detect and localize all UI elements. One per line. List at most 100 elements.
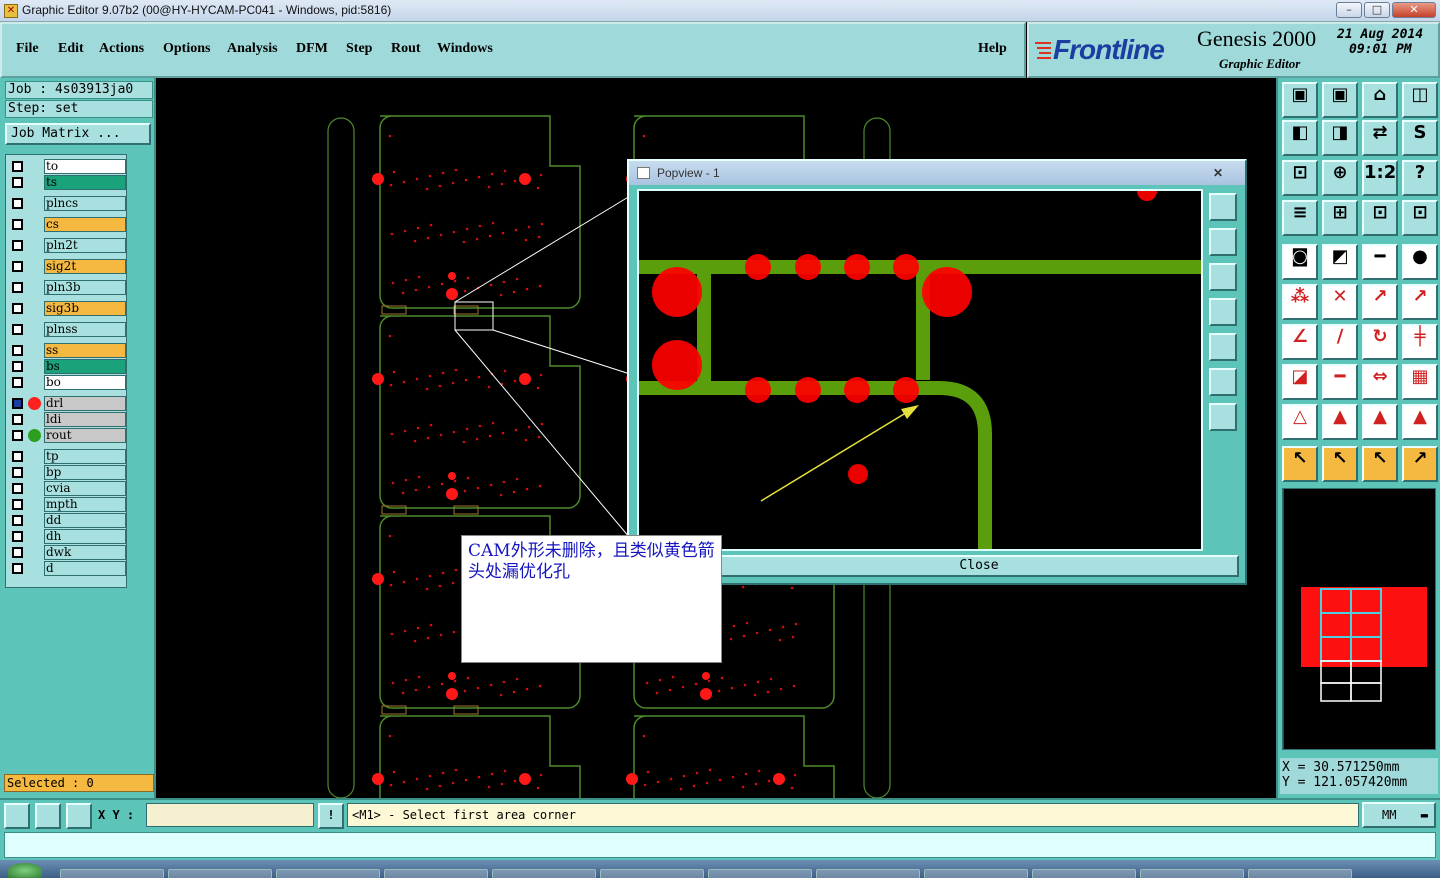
- menu-step[interactable]: Step: [346, 41, 372, 57]
- menu-file[interactable]: File: [16, 41, 39, 57]
- popview-close-icon[interactable]: ✕: [1213, 161, 1223, 185]
- layer-row-pln3b[interactable]: pln3b: [8, 280, 128, 295]
- triangle4-icon[interactable]: ▲: [1402, 404, 1438, 440]
- pointer-icon[interactable]: ↖: [1282, 446, 1318, 482]
- layer-row-dd[interactable]: dd: [8, 513, 128, 528]
- layer-row-ldi[interactable]: ldi: [8, 412, 128, 427]
- alert-icon[interactable]: !: [318, 803, 344, 829]
- layer-checkbox[interactable]: [12, 198, 23, 209]
- taskbar-item[interactable]: [492, 869, 596, 878]
- units-select[interactable]: MM ▬: [1362, 802, 1436, 828]
- layer-row-pln2t[interactable]: pln2t: [8, 238, 128, 253]
- layer-checkbox[interactable]: [12, 282, 23, 293]
- layer-checkbox[interactable]: [12, 324, 23, 335]
- scale-icon[interactable]: 1:2: [1362, 160, 1398, 196]
- layer-checkbox[interactable]: [12, 345, 23, 356]
- save-job-icon[interactable]: ▣: [1322, 82, 1358, 118]
- pointer-route-icon[interactable]: ↗: [1402, 446, 1438, 482]
- popview-tool-1[interactable]: [1209, 193, 1237, 221]
- taskbar-item[interactable]: [1032, 869, 1136, 878]
- minimize-button[interactable]: –: [1336, 2, 1362, 18]
- layer-red2-icon[interactable]: ⊡: [1402, 200, 1438, 236]
- next-icon[interactable]: ◨: [1322, 120, 1358, 156]
- layer-row-tp[interactable]: tp: [8, 449, 128, 464]
- swap-icon[interactable]: ⇄: [1362, 120, 1398, 156]
- close-button[interactable]: ✕: [1392, 2, 1436, 18]
- layer-checkbox[interactable]: [12, 240, 23, 251]
- taskbar-item[interactable]: [60, 869, 164, 878]
- layer-checkbox[interactable]: [12, 303, 23, 314]
- shape-icon[interactable]: ▦: [1402, 364, 1438, 400]
- triangle-icon[interactable]: △: [1282, 404, 1318, 440]
- popview-tool-7[interactable]: [1209, 403, 1237, 431]
- layer-checkbox[interactable]: [12, 430, 23, 441]
- taskbar-item[interactable]: [384, 869, 488, 878]
- popview-close-button[interactable]: Close: [719, 555, 1239, 577]
- maximize-button[interactable]: □: [1364, 2, 1390, 18]
- prev-icon[interactable]: ◧: [1282, 120, 1318, 156]
- layer-checkbox[interactable]: [12, 219, 23, 230]
- layer-checkbox[interactable]: [12, 414, 23, 425]
- menu-help[interactable]: Help: [978, 41, 1007, 57]
- layer-checkbox[interactable]: [12, 177, 23, 188]
- arrow-red-icon[interactable]: ↗: [1402, 284, 1438, 320]
- menu-edit[interactable]: Edit: [58, 41, 84, 57]
- layer-checkbox[interactable]: [12, 563, 23, 574]
- taskbar-item[interactable]: [1248, 869, 1352, 878]
- taskbar-item[interactable]: [816, 869, 920, 878]
- popview-tool-2[interactable]: [1209, 228, 1237, 256]
- filter-icon[interactable]: ≡: [1282, 200, 1318, 236]
- zoom-home-icon[interactable]: ⊕: [1322, 160, 1358, 196]
- layer-row-bp[interactable]: bp: [8, 465, 128, 480]
- diag-icon[interactable]: ∕: [1322, 324, 1358, 360]
- xy-input[interactable]: [146, 803, 314, 827]
- zoom-fit-icon[interactable]: ⊡: [1282, 160, 1318, 196]
- job-matrix-button[interactable]: Job Matrix ...: [5, 123, 151, 145]
- line-arrow-icon[interactable]: ↗: [1362, 284, 1398, 320]
- snake-icon[interactable]: S: [1402, 120, 1438, 156]
- layer-row-rout[interactable]: rout: [8, 428, 128, 443]
- layer-row-cs[interactable]: cs: [8, 217, 128, 232]
- layer-checkbox[interactable]: [12, 361, 23, 372]
- layer-row-plncs[interactable]: plncs: [8, 196, 128, 211]
- triangle2-icon[interactable]: ▲: [1322, 404, 1358, 440]
- popview-canvas[interactable]: [637, 189, 1203, 551]
- layer-checkbox[interactable]: [12, 451, 23, 462]
- mirror-icon[interactable]: ╪: [1402, 324, 1438, 360]
- taskbar-item[interactable]: [168, 869, 272, 878]
- menu-rout[interactable]: Rout: [391, 41, 421, 57]
- layer-checkbox[interactable]: [12, 531, 23, 542]
- layer-checkbox[interactable]: [12, 483, 23, 494]
- layer-checkbox[interactable]: [12, 547, 23, 558]
- layer-checkbox[interactable]: [12, 161, 23, 172]
- ruler-icon[interactable]: ━: [1362, 244, 1398, 280]
- popview-tool-4[interactable]: [1209, 298, 1237, 326]
- taskbar-item[interactable]: [1140, 869, 1244, 878]
- layer-row-dh[interactable]: dh: [8, 529, 128, 544]
- menu-dfm[interactable]: DFM: [296, 41, 328, 57]
- layer-row-ss[interactable]: ss: [8, 343, 128, 358]
- pointer-circle-icon[interactable]: ↖: [1362, 446, 1398, 482]
- taskbar-item[interactable]: [708, 869, 812, 878]
- layer-checkbox[interactable]: [12, 515, 23, 526]
- popview-tool-6[interactable]: [1209, 368, 1237, 396]
- layer-row-mpth[interactable]: mpth: [8, 497, 128, 512]
- popview-tool-3[interactable]: [1209, 263, 1237, 291]
- minus-icon[interactable]: ━: [1322, 364, 1358, 400]
- layer-row-d[interactable]: d: [8, 561, 128, 576]
- start-button-icon[interactable]: [8, 863, 42, 878]
- popview-tool-5[interactable]: [1209, 333, 1237, 361]
- layer-checkbox[interactable]: [12, 398, 23, 409]
- layer-row-bo[interactable]: bo: [8, 375, 128, 390]
- pointer-box-icon[interactable]: ↖: [1322, 446, 1358, 482]
- layer-row-sig3b[interactable]: sig3b: [8, 301, 128, 316]
- help-icon[interactable]: ?: [1402, 160, 1438, 196]
- layer-checkbox[interactable]: [12, 467, 23, 478]
- home-icon[interactable]: ⌂: [1362, 82, 1398, 118]
- layer-row-to[interactable]: to: [8, 159, 128, 174]
- cross-icon[interactable]: ✕: [1322, 284, 1358, 320]
- taskbar-item[interactable]: [600, 869, 704, 878]
- triangle3-icon[interactable]: ▲: [1362, 404, 1398, 440]
- layer-checkbox[interactable]: [12, 499, 23, 510]
- grid-icon[interactable]: [66, 803, 92, 829]
